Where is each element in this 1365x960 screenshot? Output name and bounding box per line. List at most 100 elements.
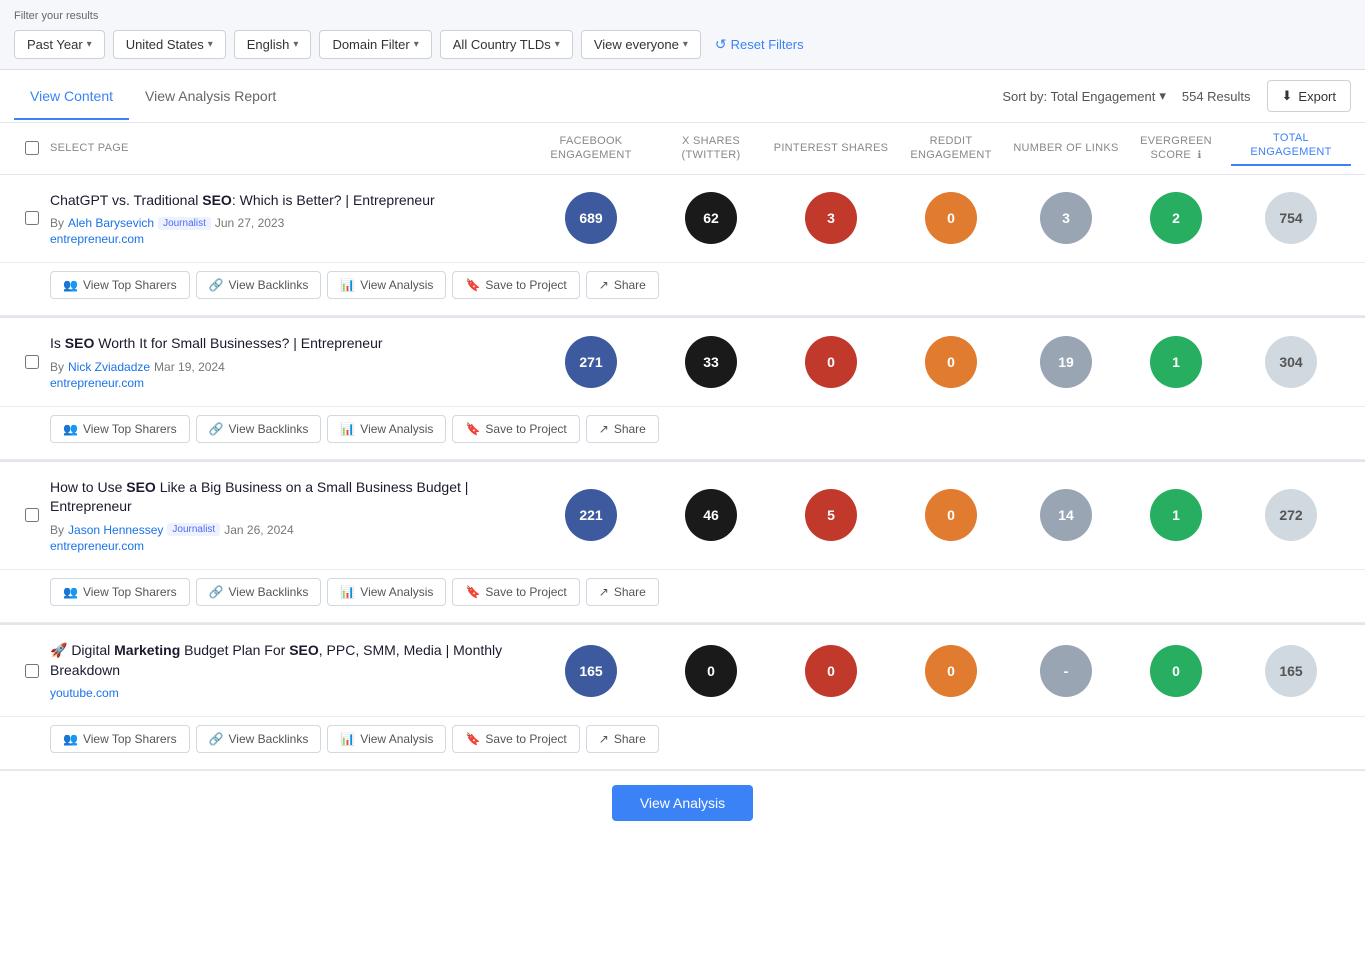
article-row-wrapper-2: Is SEO Worth It for Small Businesses? | … [0, 318, 1365, 462]
country-filter-chevron: ▾ [208, 39, 213, 50]
view-analysis-button-1[interactable]: 📊 View Analysis [327, 271, 446, 299]
journalist-badge-3: Journalist [167, 523, 220, 536]
evergreen-info-icon[interactable]: ℹ [1197, 150, 1201, 161]
save-to-project-icon-2: 🔖 [465, 422, 480, 436]
filter-bar: Filter your results Past Year ▾ United S… [0, 0, 1365, 70]
metric-circle-reddit-3: 0 [925, 489, 977, 541]
tabs: View Content View Analysis Report [14, 74, 292, 119]
share-button-4[interactable]: ↗ Share [586, 725, 659, 753]
metric-circle-evergreen-4: 0 [1150, 645, 1202, 697]
metric-reddit-4: 0 [891, 645, 1011, 697]
action-row-2: 👥 View Top Sharers 🔗 View Backlinks 📊 Vi… [0, 407, 1365, 460]
metric-pinterest-3: 5 [771, 489, 891, 541]
article-domain-4[interactable]: youtube.com [50, 686, 519, 700]
save-to-project-button-3[interactable]: 🔖 Save to Project [452, 578, 579, 606]
share-icon-2: ↗ [599, 422, 609, 436]
metric-circle-facebook-4: 165 [565, 645, 617, 697]
tab-view-analysis-report[interactable]: View Analysis Report [129, 74, 292, 120]
author-link-2[interactable]: Nick Zviadadze [68, 360, 150, 374]
page-bottom: View Analysis [0, 770, 1365, 835]
row-checkbox-2[interactable] [25, 355, 39, 369]
row-checkbox-4[interactable] [25, 664, 39, 678]
row-checkbox-cell-4 [14, 664, 50, 678]
time-filter[interactable]: Past Year ▾ [14, 30, 105, 59]
tld-filter[interactable]: All Country TLDs ▾ [440, 30, 573, 59]
view-analysis-button-3[interactable]: 📊 View Analysis [327, 578, 446, 606]
sort-by-dropdown[interactable]: Sort by: Total Engagement ▾ [1002, 88, 1166, 104]
row-checkbox-3[interactable] [25, 508, 39, 522]
view-backlinks-icon-2: 🔗 [209, 422, 224, 436]
metric-circle-evergreen-1: 2 [1150, 192, 1202, 244]
journalist-badge-1: Journalist [158, 217, 211, 230]
column-header-facebook: FACEBOOK ENGAGEMENT [531, 134, 651, 163]
metric-circle-reddit-4: 0 [925, 645, 977, 697]
save-to-project-button-1[interactable]: 🔖 Save to Project [452, 271, 579, 299]
share-button-1[interactable]: ↗ Share [586, 271, 659, 299]
view-backlinks-button-3[interactable]: 🔗 View Backlinks [196, 578, 322, 606]
author-link-1[interactable]: Aleh Barysevich [68, 216, 154, 230]
share-button-3[interactable]: ↗ Share [586, 578, 659, 606]
column-header-evergreen: EVERGREEN SCORE ℹ [1121, 134, 1231, 163]
view-top-sharers-button-3[interactable]: 👥 View Top Sharers [50, 578, 190, 606]
column-header-reddit: REDDIT ENGAGEMENT [891, 134, 1011, 163]
table-header: Select Page FACEBOOK ENGAGEMENT X SHARES… [0, 123, 1365, 175]
reset-icon: ↺ [715, 36, 727, 53]
article-domain-1[interactable]: entrepreneur.com [50, 232, 519, 246]
country-filter-label: United States [126, 37, 204, 52]
article-domain-3[interactable]: entrepreneur.com [50, 539, 519, 553]
metric-circle-links-2: 19 [1040, 336, 1092, 388]
time-filter-chevron: ▾ [87, 39, 92, 50]
view-backlinks-icon-3: 🔗 [209, 585, 224, 599]
save-to-project-button-2[interactable]: 🔖 Save to Project [452, 415, 579, 443]
article-row-wrapper-1: ChatGPT vs. Traditional SEO: Which is Be… [0, 175, 1365, 319]
metric-circle-pinterest-3: 5 [805, 489, 857, 541]
language-filter[interactable]: English ▾ [234, 30, 312, 59]
domain-filter[interactable]: Domain Filter ▾ [319, 30, 431, 59]
audience-filter[interactable]: View everyone ▾ [581, 30, 701, 59]
content-row-2: Is SEO Worth It for Small Businesses? | … [0, 318, 1365, 407]
view-analysis-button[interactable]: View Analysis [612, 785, 753, 821]
save-to-project-button-4[interactable]: 🔖 Save to Project [452, 725, 579, 753]
metric-circle-xshares-2: 33 [685, 336, 737, 388]
metric-xshares-2: 33 [651, 336, 771, 388]
view-top-sharers-button-2[interactable]: 👥 View Top Sharers [50, 415, 190, 443]
metric-circle-total-4: 165 [1265, 645, 1317, 697]
export-button[interactable]: ⬇ Export [1267, 80, 1351, 112]
metric-evergreen-1: 2 [1121, 192, 1231, 244]
view-top-sharers-button-1[interactable]: 👥 View Top Sharers [50, 271, 190, 299]
domain-filter-label: Domain Filter [332, 37, 409, 52]
view-backlinks-button-2[interactable]: 🔗 View Backlinks [196, 415, 322, 443]
view-analysis-button-2[interactable]: 📊 View Analysis [327, 415, 446, 443]
metric-circle-links-1: 3 [1040, 192, 1092, 244]
country-filter[interactable]: United States ▾ [113, 30, 226, 59]
view-backlinks-button-1[interactable]: 🔗 View Backlinks [196, 271, 322, 299]
column-header-total: TOTAL ENGAGEMENT [1231, 131, 1351, 166]
author-link-3[interactable]: Jason Hennessey [68, 523, 163, 537]
view-top-sharers-button-4[interactable]: 👥 View Top Sharers [50, 725, 190, 753]
article-row-wrapper-4: 🚀 Digital Marketing Budget Plan For SEO,… [0, 625, 1365, 770]
metric-evergreen-3: 1 [1121, 489, 1231, 541]
view-backlinks-button-4[interactable]: 🔗 View Backlinks [196, 725, 322, 753]
metric-total-1: 754 [1231, 192, 1351, 244]
row-checkbox-1[interactable] [25, 211, 39, 225]
metric-circle-reddit-1: 0 [925, 192, 977, 244]
results-count: 554 Results [1182, 89, 1251, 104]
select-all-checkbox[interactable] [25, 141, 39, 155]
article-info-2: Is SEO Worth It for Small Businesses? | … [50, 334, 531, 390]
content-row-1: ChatGPT vs. Traditional SEO: Which is Be… [0, 175, 1365, 264]
action-row-3: 👥 View Top Sharers 🔗 View Backlinks 📊 Vi… [0, 570, 1365, 623]
article-title-2: Is SEO Worth It for Small Businesses? | … [50, 334, 519, 354]
metric-pinterest-4: 0 [771, 645, 891, 697]
view-analysis-button-4[interactable]: 📊 View Analysis [327, 725, 446, 753]
metric-evergreen-4: 0 [1121, 645, 1231, 697]
audience-filter-label: View everyone [594, 37, 679, 52]
content-row-4: 🚀 Digital Marketing Budget Plan For SEO,… [0, 625, 1365, 717]
metric-links-3: 14 [1011, 489, 1121, 541]
article-row-wrapper-3: How to Use SEO Like a Big Business on a … [0, 462, 1365, 625]
share-button-2[interactable]: ↗ Share [586, 415, 659, 443]
article-domain-2[interactable]: entrepreneur.com [50, 376, 519, 390]
reset-filters-button[interactable]: ↺ Reset Filters [715, 36, 804, 53]
article-meta-1: By Aleh Barysevich Journalist Jun 27, 20… [50, 216, 519, 230]
tab-view-content[interactable]: View Content [14, 74, 129, 120]
metric-facebook-1: 689 [531, 192, 651, 244]
